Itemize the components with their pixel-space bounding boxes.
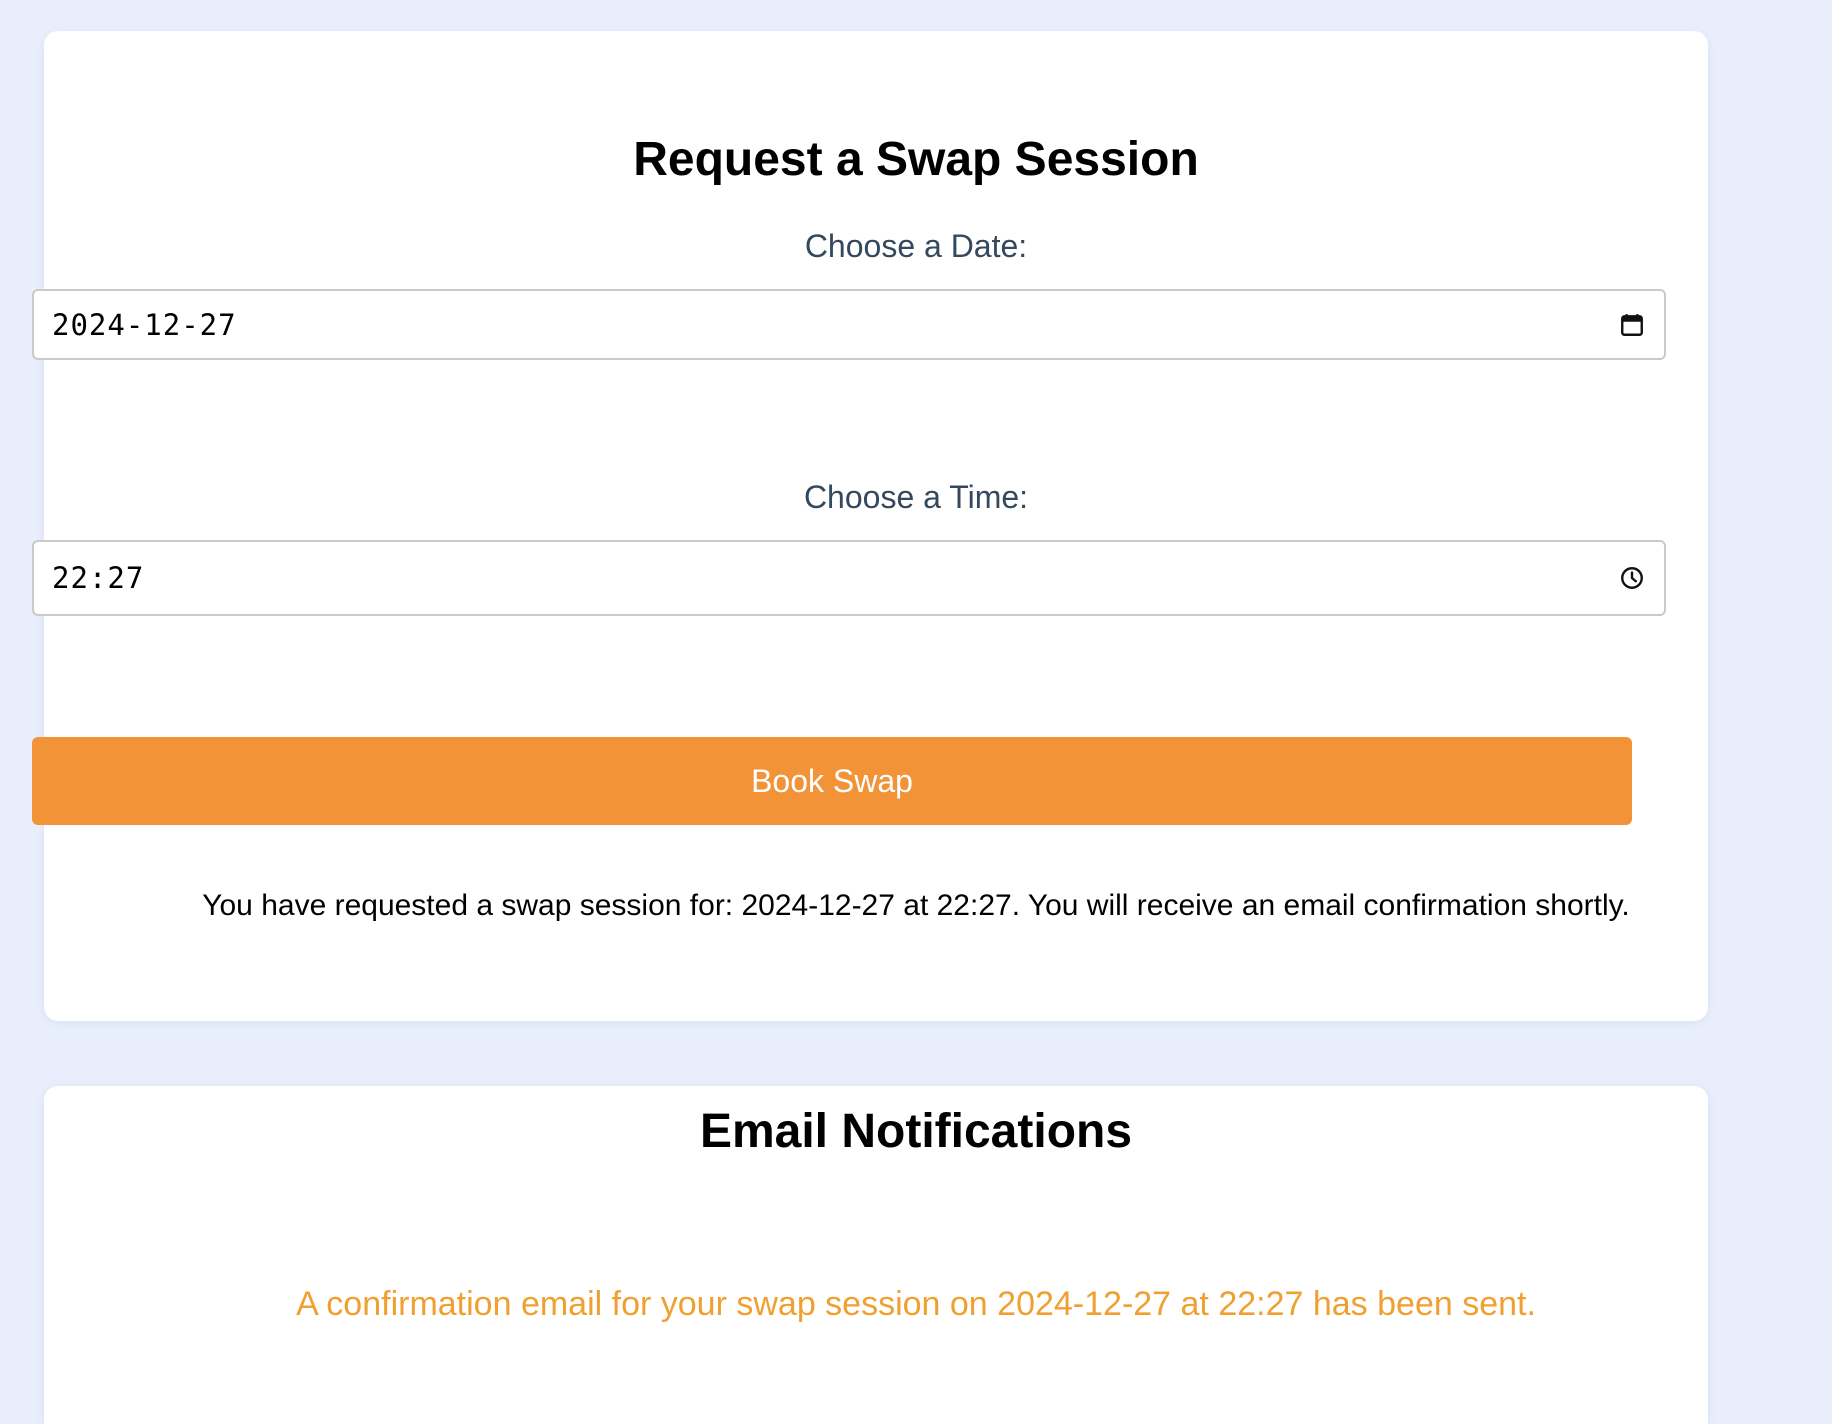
time-value: 22:27	[52, 561, 145, 595]
booking-title: Request a Swap Session	[633, 133, 1199, 186]
request-confirmation-message: You have requested a swap session for: 2…	[202, 889, 1630, 922]
time-label: Choose a Time:	[803, 479, 1029, 515]
email-confirmation-message: A confirmation email for your swap sessi…	[296, 1285, 1536, 1323]
date-value: 2024-12-27	[52, 307, 237, 342]
clock-icon[interactable]	[1618, 564, 1646, 592]
time-input[interactable]: 22:27	[32, 540, 1666, 616]
book-swap-button[interactable]: Book Swap	[32, 737, 1632, 825]
email-notifications-title: Email Notifications	[699, 1105, 1133, 1158]
date-input[interactable]: 2024-12-27	[32, 289, 1666, 360]
calendar-icon[interactable]	[1618, 311, 1646, 339]
date-label: Choose a Date:	[804, 228, 1028, 264]
